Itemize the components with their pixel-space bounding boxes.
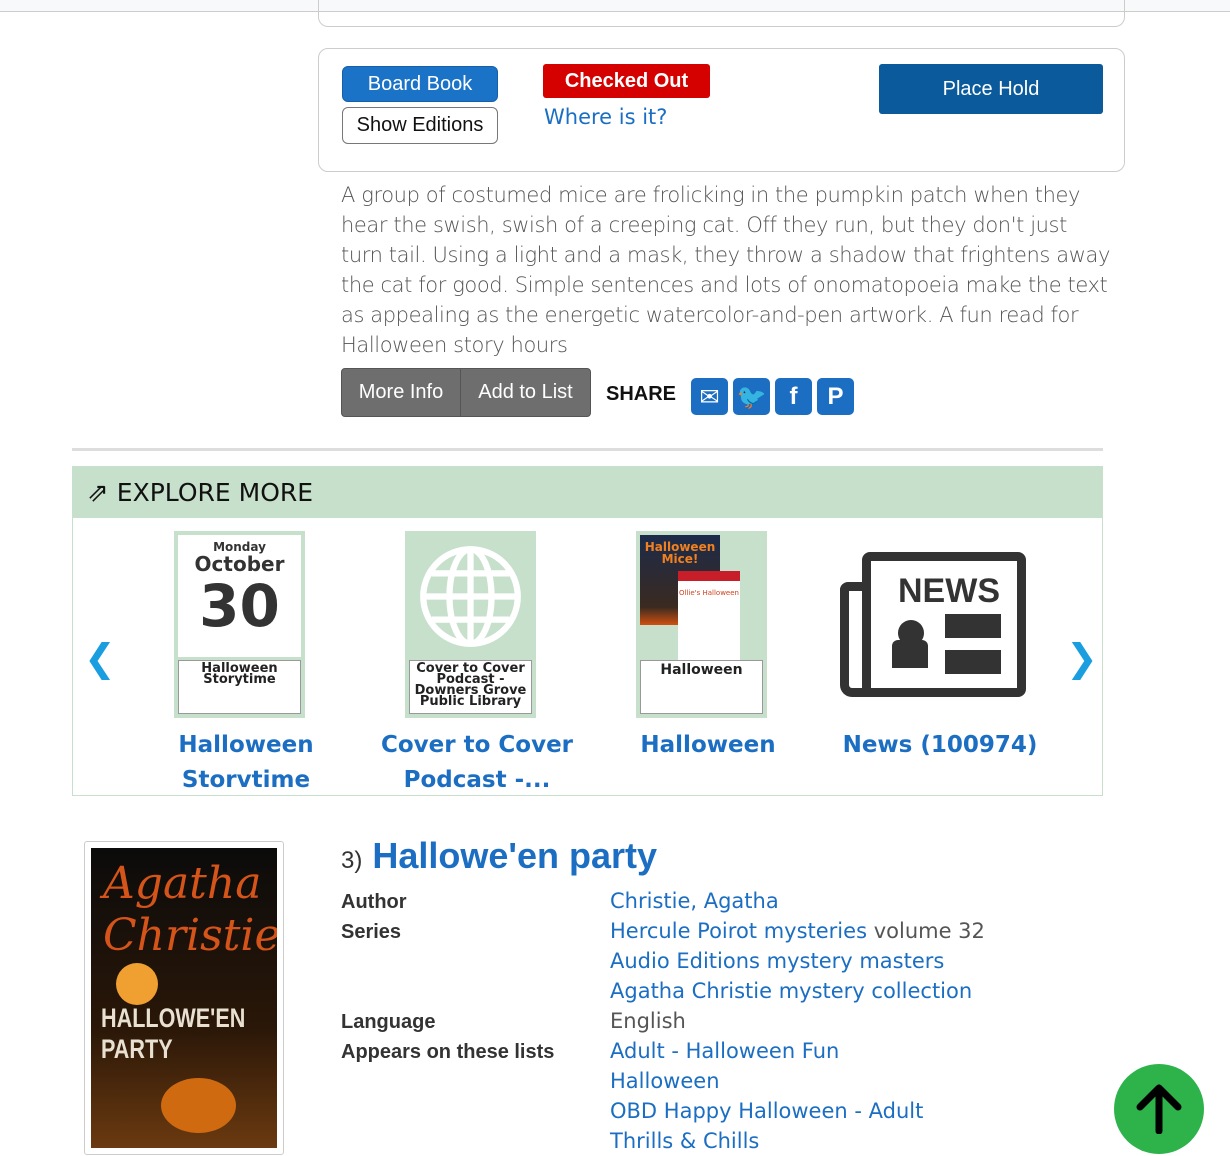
tile-date: 30 — [199, 572, 280, 640]
carousel-next-arrow[interactable]: ❯ — [1066, 636, 1098, 680]
list-link[interactable]: Thrills & Chills — [610, 1129, 759, 1153]
format-button[interactable]: Board Book — [342, 66, 498, 102]
news-text: NEWS — [898, 572, 1000, 610]
cover-title-art: HALLOWE'EN PARTY — [101, 1003, 246, 1064]
action-button-group: More Info Add to List — [341, 368, 591, 417]
book-cover-ollies-halloween: Ollie's Halloween — [678, 571, 740, 661]
cover-author-art: Agatha Christie — [103, 858, 277, 961]
author-label: Author — [341, 891, 407, 913]
language-value: English — [610, 1009, 686, 1033]
explore-tile-halloween[interactable]: Halloween Mice! Ollie's Halloween Hallow… — [636, 531, 767, 718]
book-cover[interactable]: Agatha Christie HALLOWE'EN PARTY — [84, 841, 284, 1155]
tile-month: October — [194, 552, 285, 576]
lists-label: Appears on these lists — [341, 1041, 555, 1063]
series-link[interactable]: Agatha Christie mystery collection — [610, 979, 972, 1003]
globe-icon — [420, 546, 521, 647]
tile-label: Cover to Cover Podcast - Downers Grove P… — [409, 660, 532, 714]
series-link[interactable]: Audio Editions mystery masters — [610, 949, 944, 973]
arrow-up-icon — [1136, 1084, 1182, 1134]
explore-caption-halloween[interactable]: Halloween — [608, 728, 808, 763]
facebook-icon[interactable]: f — [775, 378, 812, 415]
add-to-list-button[interactable]: Add to List — [461, 369, 590, 416]
result-number: 3) — [341, 847, 363, 874]
series-link[interactable]: Hercule Poirot mysteries — [610, 919, 867, 943]
divider — [72, 448, 1103, 451]
explore-tile-storytime[interactable]: Monday October 30 Halloween Storytime — [174, 531, 305, 718]
share-label: SHARE — [606, 383, 677, 405]
carousel-prev-arrow[interactable]: ❮ — [84, 636, 116, 680]
result-heading: 3) Hallowe'en party — [341, 835, 657, 877]
series-label: Series — [341, 921, 402, 943]
explore-caption-podcast[interactable]: Cover to Cover Podcast -... — [377, 728, 577, 798]
list-link[interactable]: Halloween — [610, 1069, 720, 1093]
email-icon[interactable]: ✉ — [691, 378, 728, 415]
tile-label: Halloween Storytime — [178, 660, 301, 714]
where-is-it-link[interactable]: Where is it? — [544, 105, 667, 129]
twitter-icon[interactable]: 🐦 — [733, 378, 770, 415]
news-icon[interactable]: NEWS — [840, 552, 1026, 697]
result-title-link[interactable]: Hallowe'en party — [372, 835, 657, 877]
description: A group of costumed mice are frolicking … — [341, 183, 1110, 357]
more-info-button[interactable]: More Info — [342, 369, 461, 416]
status-badge: Checked Out — [543, 64, 710, 98]
share-out-icon: ⇗ — [87, 477, 109, 508]
language-label: Language — [341, 1011, 436, 1033]
back-to-top-button[interactable] — [1114, 1064, 1204, 1154]
list-link[interactable]: Adult - Halloween Fun — [610, 1039, 839, 1063]
tile-label: Halloween — [640, 660, 763, 714]
explore-tile-podcast[interactable]: Cover to Cover Podcast - Downers Grove P… — [405, 531, 536, 718]
explore-caption-news[interactable]: News (100974) — [840, 728, 1040, 763]
explore-more-header: ⇗ EXPLORE MORE — [73, 467, 1102, 518]
previous-result-card — [318, 0, 1125, 27]
pinterest-icon[interactable]: P — [817, 378, 854, 415]
explore-more-title: EXPLORE MORE — [116, 478, 314, 507]
show-editions-button[interactable]: Show Editions — [342, 107, 498, 144]
series-volume: volume 32 — [873, 919, 985, 943]
explore-caption-storytime[interactable]: Halloween Storvtime — [146, 728, 346, 798]
place-hold-button[interactable]: Place Hold — [879, 64, 1103, 114]
list-link[interactable]: OBD Happy Halloween - Adult — [610, 1099, 923, 1123]
author-link[interactable]: Christie, Agatha — [610, 889, 779, 913]
availability-card: Board Book Show Editions Checked Out Whe… — [318, 48, 1125, 172]
